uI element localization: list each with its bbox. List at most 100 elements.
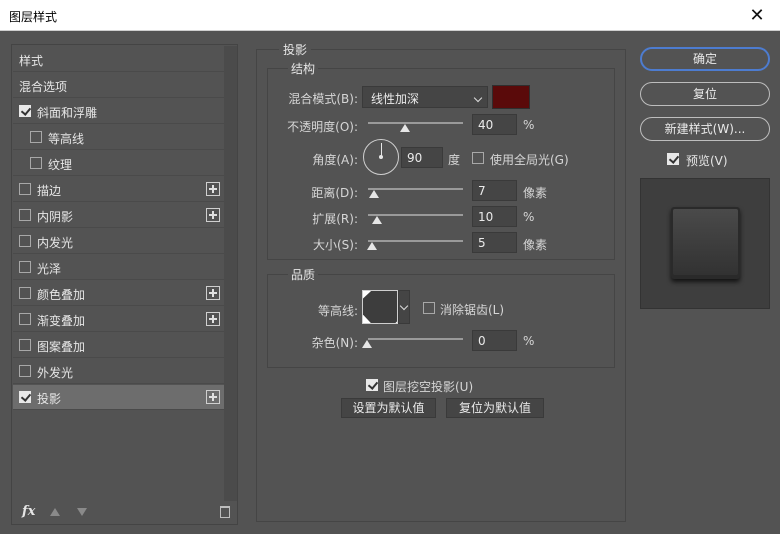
reset-default-button[interactable]: 复位为默认值 <box>446 398 544 418</box>
add-effect-icon[interactable] <box>206 286 220 300</box>
style-item-label: 光泽 <box>37 262 62 276</box>
distance-input[interactable]: 7 <box>472 180 517 201</box>
shadow-color-swatch[interactable] <box>492 85 530 109</box>
blend-mode-select[interactable]: 线性加深 <box>362 86 488 108</box>
spread-slider-track[interactable] <box>368 214 463 216</box>
preview-checkbox[interactable] <box>667 153 679 165</box>
add-effect-icon[interactable] <box>206 182 220 196</box>
style-item[interactable]: 纹理 <box>13 151 224 176</box>
opacity-slider-thumb[interactable] <box>400 124 410 132</box>
style-item-label: 投影 <box>37 392 62 406</box>
drop-shadow-title: 投影 <box>279 41 312 58</box>
fx-button[interactable]: fx <box>22 504 35 519</box>
style-item[interactable]: 外发光 <box>13 359 224 384</box>
opacity-input[interactable]: 40 <box>472 114 517 135</box>
quality-group: 品质 等高线: 消除锯齿(L) 杂色(N): 0 % <box>267 266 615 368</box>
style-item[interactable]: 渐变叠加 <box>13 307 224 332</box>
style-item-checkbox[interactable] <box>30 131 42 143</box>
style-item[interactable]: 图案叠加 <box>13 333 224 358</box>
style-item-checkbox[interactable] <box>19 365 31 377</box>
size-label: 大小(S): <box>312 238 358 252</box>
style-item[interactable]: 描边 <box>13 177 224 202</box>
style-item[interactable]: 投影 <box>13 385 224 410</box>
style-item-checkbox[interactable] <box>19 339 31 351</box>
style-item-label: 描边 <box>37 184 62 198</box>
opacity-unit: % <box>523 118 535 132</box>
noise-input[interactable]: 0 <box>472 330 517 351</box>
style-item[interactable]: 内发光 <box>13 229 224 254</box>
contour-preview[interactable] <box>362 290 398 324</box>
knockout-label: 图层挖空投影(U) <box>383 380 474 394</box>
window-title: 图层样式 <box>9 10 58 24</box>
noise-label: 杂色(N): <box>311 336 358 350</box>
noise-unit: % <box>523 334 535 348</box>
style-item-label: 外发光 <box>37 366 74 380</box>
contour-label: 等高线: <box>317 304 358 318</box>
spread-label: 扩展(R): <box>312 212 358 226</box>
move-up-icon[interactable] <box>50 508 60 516</box>
style-item[interactable]: 混合选项 <box>13 73 224 98</box>
styles-list-scrollbar[interactable] <box>224 46 237 501</box>
opacity-label: 不透明度(O): <box>287 120 358 134</box>
style-item-checkbox[interactable] <box>19 391 31 403</box>
distance-slider-thumb[interactable] <box>369 190 379 198</box>
make-default-button[interactable]: 设置为默认值 <box>341 398 436 418</box>
style-item-checkbox[interactable] <box>19 313 31 325</box>
size-input[interactable]: 5 <box>472 232 517 253</box>
global-light-label: 使用全局光(G) <box>490 153 569 167</box>
style-item[interactable]: 内阴影 <box>13 203 224 228</box>
trash-icon[interactable] <box>220 506 230 518</box>
style-item-label: 内发光 <box>37 236 74 250</box>
structure-title: 结构 <box>288 60 319 77</box>
style-item[interactable]: 光泽 <box>13 255 224 280</box>
opacity-slider-track[interactable] <box>368 122 463 124</box>
style-item-label: 纹理 <box>48 158 73 172</box>
dialog-body: 样式混合选项斜面和浮雕等高线纹理描边内阴影内发光光泽颜色叠加渐变叠加图案叠加外发… <box>0 31 780 534</box>
antialias-label: 消除锯齿(L) <box>440 303 505 317</box>
noise-slider-thumb[interactable] <box>362 340 372 348</box>
reset-button[interactable]: 复位 <box>640 82 770 106</box>
size-unit: 像素 <box>523 238 548 252</box>
add-effect-icon[interactable] <box>206 312 220 326</box>
style-item-checkbox[interactable] <box>19 105 31 117</box>
move-down-icon[interactable] <box>77 508 87 516</box>
new-style-button[interactable]: 新建样式(W)... <box>640 117 770 141</box>
style-item-checkbox[interactable] <box>19 209 31 221</box>
style-item-checkbox[interactable] <box>19 261 31 273</box>
spread-slider-thumb[interactable] <box>372 216 382 224</box>
size-slider-track[interactable] <box>368 240 463 242</box>
style-item-label: 颜色叠加 <box>37 288 86 302</box>
style-preview <box>640 178 770 309</box>
distance-label: 距离(D): <box>311 186 358 200</box>
chevron-down-icon <box>473 93 483 103</box>
style-item-label: 图案叠加 <box>37 340 86 354</box>
angle-label: 角度(A): <box>312 153 358 167</box>
style-item-label: 样式 <box>19 54 44 68</box>
preview-label: 预览(V) <box>686 154 728 168</box>
style-item[interactable]: 斜面和浮雕 <box>13 99 224 124</box>
add-effect-icon[interactable] <box>206 208 220 222</box>
style-item-label: 渐变叠加 <box>37 314 86 328</box>
style-item[interactable]: 样式 <box>13 47 224 72</box>
noise-slider-track[interactable] <box>368 338 463 340</box>
knockout-checkbox[interactable] <box>366 379 378 391</box>
style-item-checkbox[interactable] <box>19 183 31 195</box>
distance-slider-track[interactable] <box>368 188 463 190</box>
style-item-checkbox[interactable] <box>30 157 42 169</box>
global-light-checkbox[interactable] <box>472 152 484 164</box>
antialias-checkbox[interactable] <box>423 302 435 314</box>
style-item-checkbox[interactable] <box>19 287 31 299</box>
styles-list-panel: 样式混合选项斜面和浮雕等高线纹理描边内阴影内发光光泽颜色叠加渐变叠加图案叠加外发… <box>11 44 238 525</box>
style-item[interactable]: 等高线 <box>13 125 224 150</box>
angle-input[interactable]: 90 <box>401 147 443 168</box>
style-item[interactable]: 颜色叠加 <box>13 281 224 306</box>
ok-button[interactable]: 确定 <box>640 47 770 71</box>
style-item-label: 斜面和浮雕 <box>37 106 98 120</box>
add-effect-icon[interactable] <box>206 390 220 404</box>
contour-dropdown[interactable] <box>398 290 410 324</box>
style-item-checkbox[interactable] <box>19 235 31 247</box>
spread-input[interactable]: 10 <box>472 206 517 227</box>
close-icon[interactable]: ✕ <box>734 0 780 31</box>
angle-dial[interactable] <box>363 139 399 175</box>
size-slider-thumb[interactable] <box>367 242 377 250</box>
